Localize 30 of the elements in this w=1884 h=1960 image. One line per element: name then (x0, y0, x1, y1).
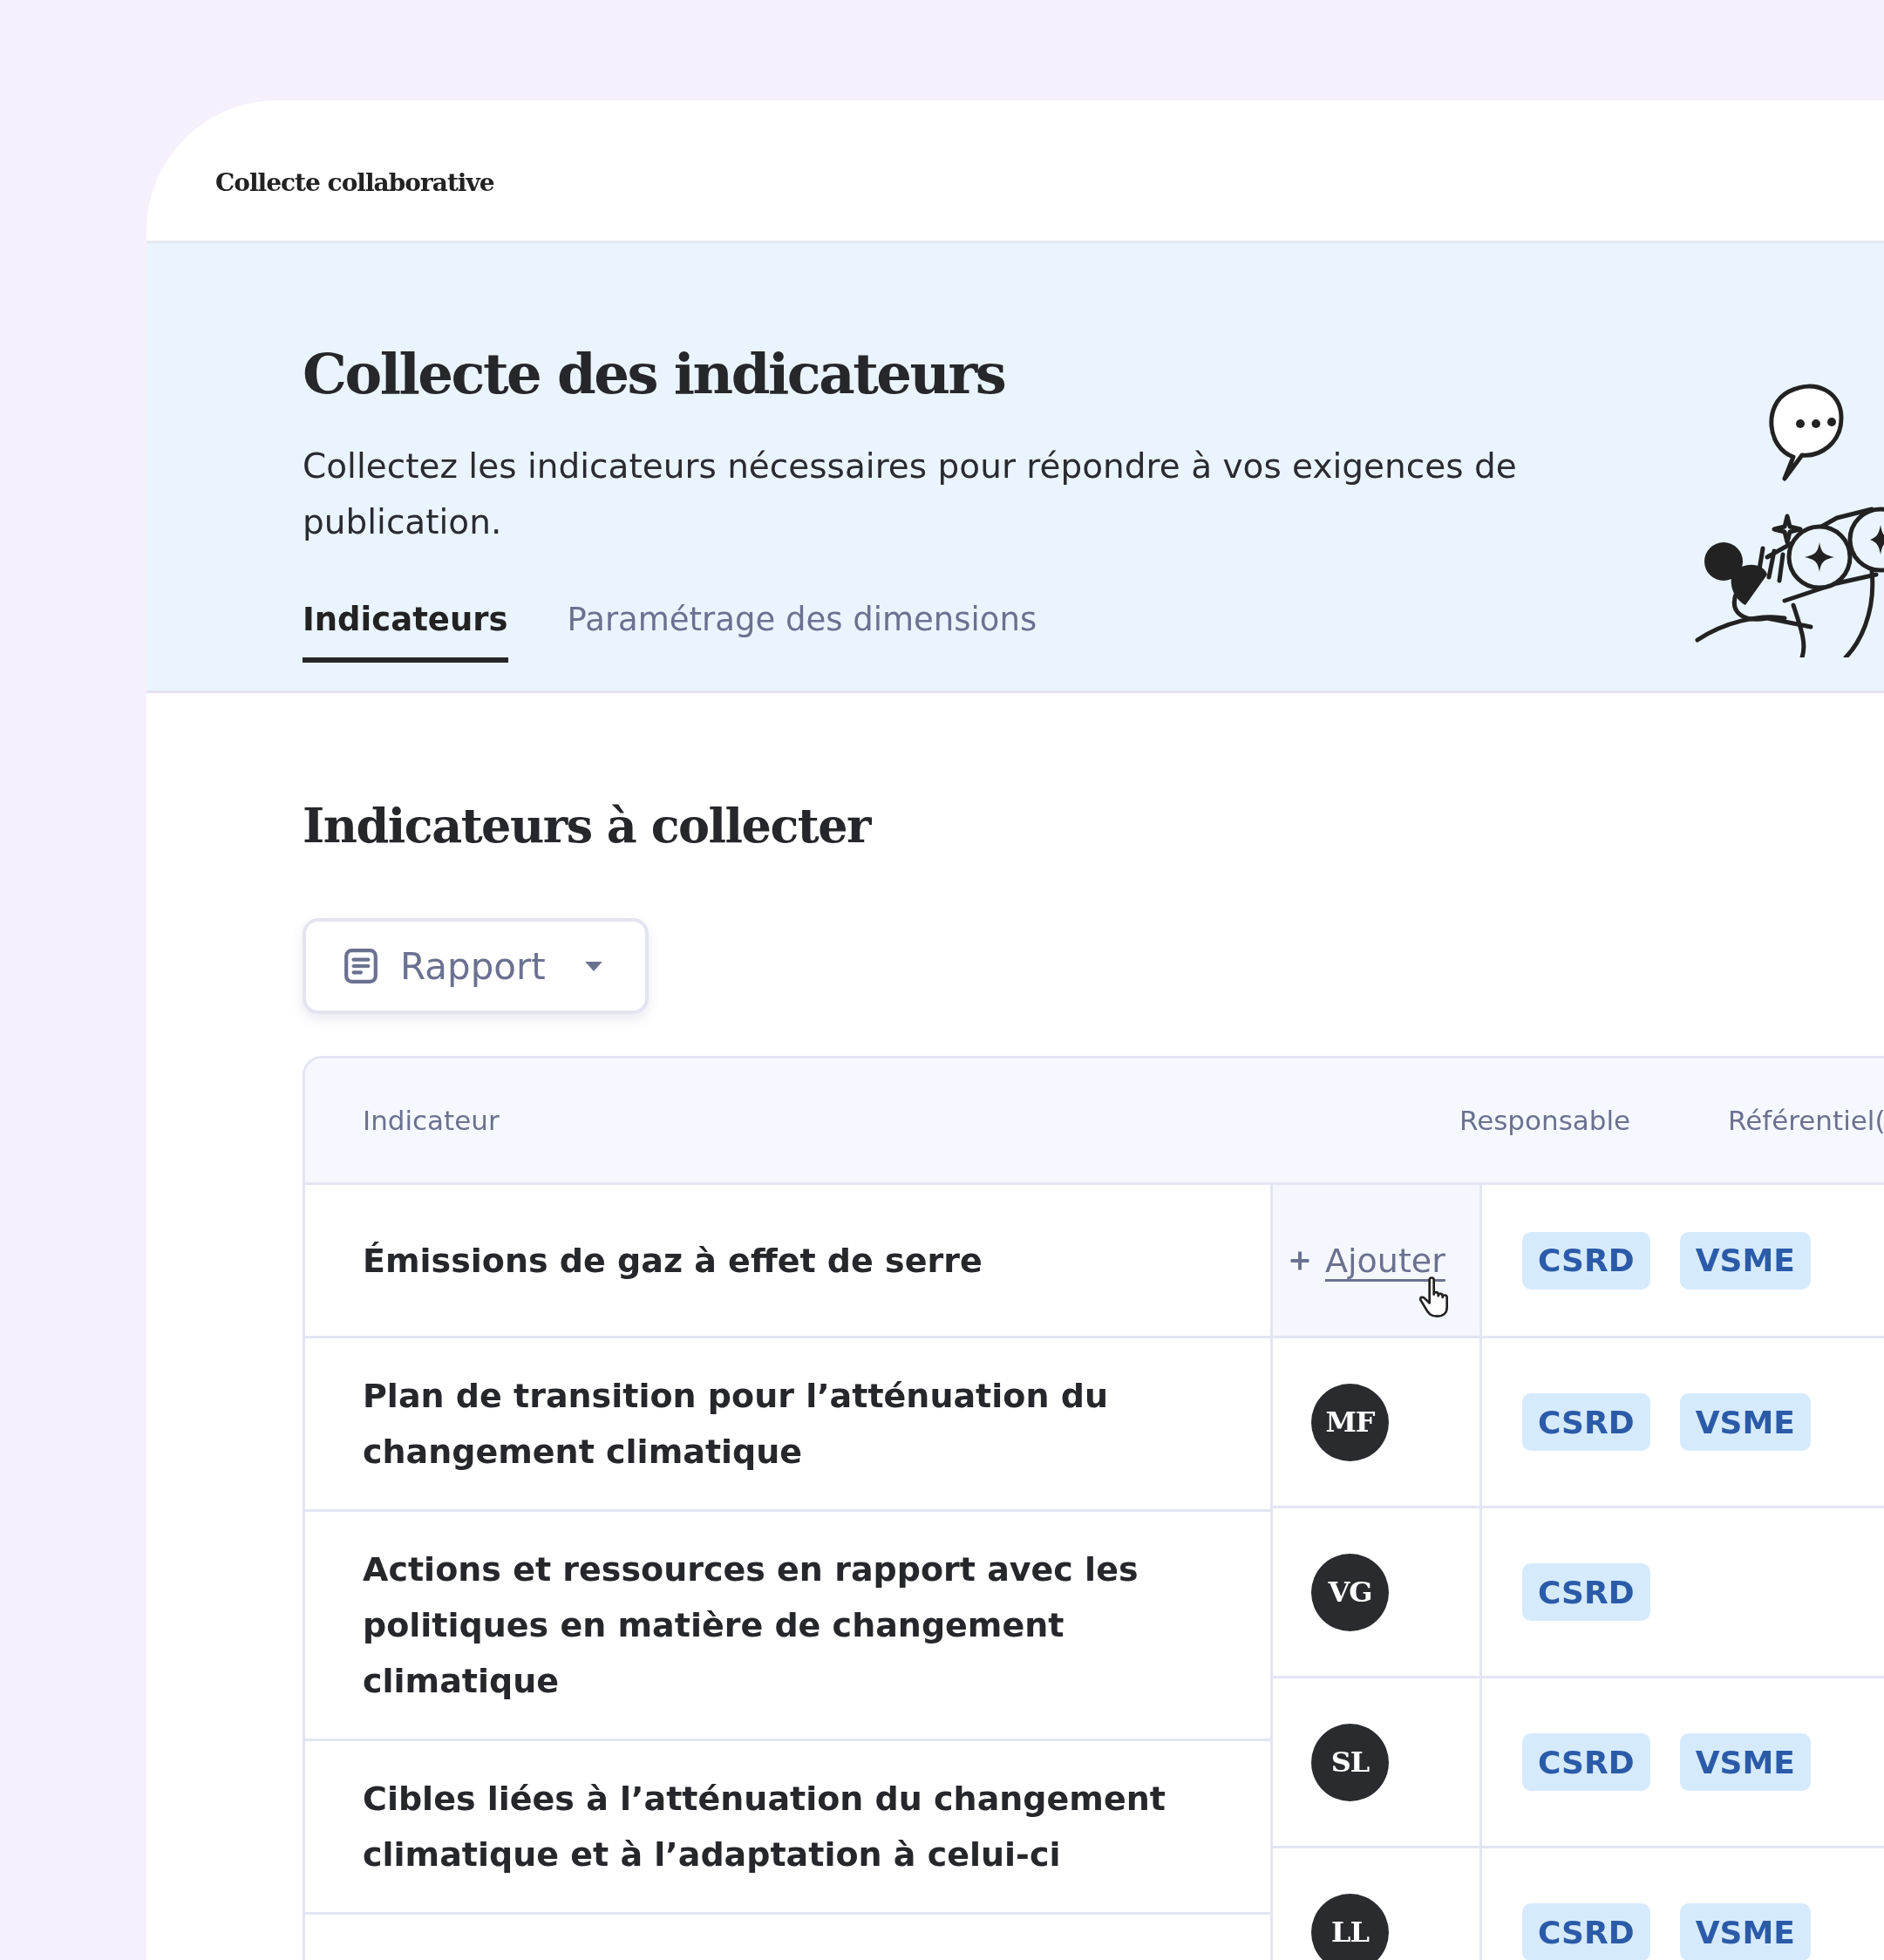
tab[interactable]: Indicateurs (303, 601, 508, 663)
referential-tag: VSME (1679, 1231, 1811, 1290)
referential-tag: VSME (1679, 1393, 1811, 1451)
avatar: SL (1311, 1723, 1389, 1801)
referential-tag: CSRD (1522, 1563, 1650, 1621)
caret-icon (583, 960, 603, 972)
referential-tag: VSME (1679, 1733, 1811, 1791)
section-title: Indicateurs à collecter (303, 798, 873, 854)
app-title: Collecte collaborative (215, 168, 494, 197)
avatar: LL (1311, 1893, 1389, 1960)
avatar: MF (1311, 1383, 1389, 1461)
column-header: Référentiel( (1728, 1105, 1884, 1136)
page-title: Collecte des indicateurs (303, 346, 1006, 402)
tab[interactable]: Paramétrage des dimensions (567, 601, 1037, 663)
referential-tag: VSME (1679, 1903, 1811, 1960)
referential-tag: CSRD (1522, 1231, 1650, 1290)
referential-tag: CSRD (1522, 1733, 1650, 1791)
page-description: Collectez les indicateurs nécessaires pour répondre à vos exigences de publication. (303, 446, 1518, 543)
indicator-cell: Plan de transition pour l’atténuation du changement climatique (305, 1338, 1270, 1512)
column-header: Responsable (1459, 1105, 1631, 1136)
column-header: Indicateur (362, 1105, 500, 1136)
indicator-cell: Émissions de gaz à effet de serre (305, 1185, 1270, 1338)
document-icon (343, 948, 379, 984)
referential-tag: CSRD (1522, 1393, 1650, 1451)
referential-tag: CSRD (1522, 1903, 1650, 1960)
indicator-cell: Cibles liées à l’atténuation du changement climatique et à l’adaptation à celui-ci (305, 1741, 1270, 1915)
report-dropdown[interactable]: Rapport (303, 918, 649, 1014)
avatar: VG (1311, 1553, 1389, 1631)
add-link[interactable]: Ajouter (1289, 1241, 1445, 1280)
indicator-cell: Actions et ressources en rapport avec les politiques en matière de changement climatique (305, 1512, 1270, 1741)
